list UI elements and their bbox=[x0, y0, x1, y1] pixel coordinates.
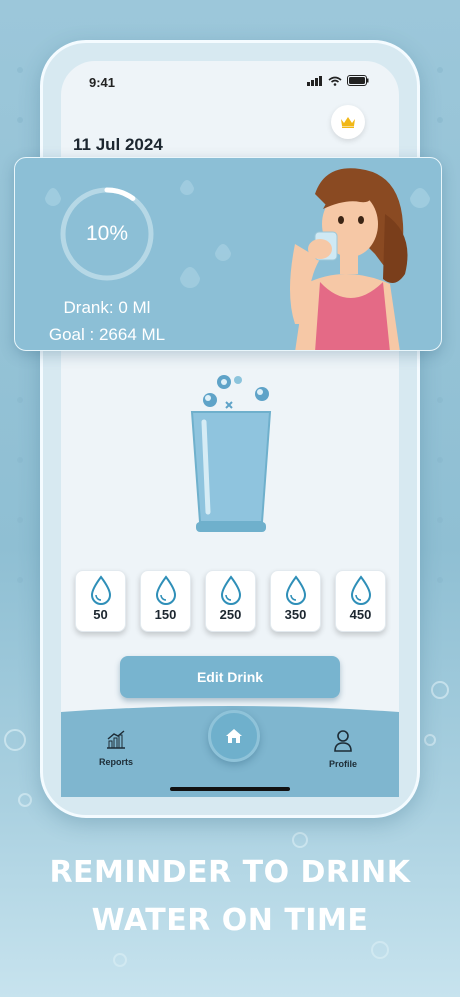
hydration-progress-banner: 10% Drank: 0 Ml Goal : 2664 ML bbox=[14, 157, 442, 351]
edit-drink-button[interactable]: Edit Drink bbox=[120, 656, 340, 698]
home-icon bbox=[226, 729, 242, 743]
progress-percent: 10% bbox=[85, 222, 129, 245]
page-date: 11 Jul 2024 bbox=[73, 135, 163, 154]
goal-amount: Goal : 2664 ML bbox=[48, 325, 166, 344]
premium-button[interactable] bbox=[331, 105, 365, 139]
reports-chart-icon bbox=[107, 730, 125, 749]
nav-reports[interactable]: Reports bbox=[86, 730, 146, 767]
amount-option-50[interactable]: 50 bbox=[75, 570, 126, 632]
drink-amount-options: 50 150 250 350 450 bbox=[75, 570, 386, 632]
nav-reports-label: Reports bbox=[98, 757, 133, 767]
profile-icon bbox=[334, 730, 352, 752]
promo-headline-line2: WATER ON TIME bbox=[91, 903, 369, 938]
amount-option-450[interactable]: 450 bbox=[335, 570, 386, 632]
wifi-icon bbox=[328, 76, 342, 86]
signal-icon bbox=[307, 75, 322, 86]
amount-option-250[interactable]: 250 bbox=[205, 570, 256, 632]
promo-headline-line1: REMINDER TO DRINK bbox=[49, 855, 411, 890]
amount-label: 150 bbox=[154, 607, 177, 622]
water-drop-icon bbox=[285, 575, 306, 605]
crown-icon bbox=[341, 117, 355, 128]
drank-amount: Drank: 0 Ml bbox=[63, 298, 151, 317]
nav-profile-label: Profile bbox=[328, 759, 357, 769]
nav-home-button[interactable] bbox=[208, 710, 260, 762]
status-bar: 9:41 bbox=[61, 61, 399, 101]
amount-label: 350 bbox=[284, 607, 307, 622]
water-drop-icon bbox=[220, 575, 241, 605]
amount-label: 50 bbox=[93, 607, 108, 622]
water-drop-icon bbox=[90, 575, 111, 605]
amount-option-150[interactable]: 150 bbox=[140, 570, 191, 632]
home-indicator bbox=[170, 787, 290, 791]
status-time: 9:41 bbox=[89, 75, 116, 90]
progress-ring: 10% bbox=[59, 186, 155, 282]
amount-option-350[interactable]: 350 bbox=[270, 570, 321, 632]
water-drop-icon bbox=[350, 575, 371, 605]
nav-profile[interactable]: Profile bbox=[313, 730, 373, 769]
water-drop-icon bbox=[155, 575, 176, 605]
amount-label: 450 bbox=[349, 607, 372, 622]
girl-drinking-illustration bbox=[290, 168, 408, 350]
amount-label: 250 bbox=[219, 607, 242, 622]
battery-icon bbox=[347, 75, 369, 86]
water-glass-illustration bbox=[190, 375, 272, 532]
